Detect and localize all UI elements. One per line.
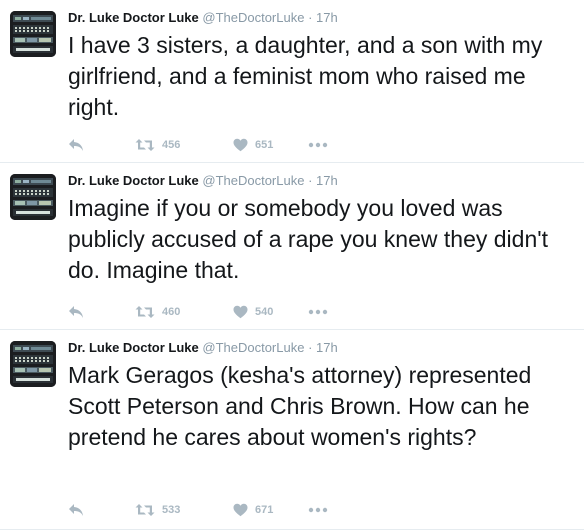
timestamp[interactable]: 17h: [316, 173, 338, 188]
retweet-icon: [135, 305, 155, 319]
reply-icon: [68, 503, 84, 517]
more-button[interactable]: [308, 137, 328, 153]
heart-icon: [233, 305, 248, 319]
tweet-header: Dr. Luke Doctor Luke @TheDoctorLuke · 17…: [68, 10, 338, 26]
handle[interactable]: @TheDoctorLuke: [202, 10, 304, 25]
reply-button[interactable]: [68, 137, 84, 153]
tweet-actions: 456 651: [68, 137, 348, 153]
tweet-text: Imagine if you or somebody you loved was…: [68, 195, 549, 283]
handle[interactable]: @TheDoctorLuke: [202, 173, 304, 188]
retweet-button[interactable]: 533: [135, 502, 180, 518]
timestamp[interactable]: 17h: [316, 10, 338, 25]
retweet-icon: [135, 503, 155, 517]
like-button[interactable]: 540: [233, 304, 273, 320]
more-dots-icon: [308, 309, 328, 315]
avatar[interactable]: [10, 174, 56, 220]
more-button[interactable]: [308, 304, 328, 320]
reply-icon: [68, 138, 84, 152]
tweet-actions: 460 540: [68, 304, 348, 320]
retweet-count: 533: [162, 504, 181, 516]
separator-dot: ·: [308, 173, 313, 188]
retweet-count: 456: [162, 139, 181, 151]
display-name[interactable]: Dr. Luke Doctor Luke: [68, 173, 199, 188]
timestamp[interactable]: 17h: [316, 340, 338, 355]
tweet-text: Mark Geragos (kesha's attorney) represen…: [68, 362, 532, 450]
retweet-button[interactable]: 456: [135, 137, 180, 153]
separator-dot: ·: [308, 10, 313, 25]
reply-button[interactable]: [68, 502, 84, 518]
avatar[interactable]: [10, 341, 56, 387]
heart-icon: [233, 503, 248, 517]
heart-icon: [233, 138, 248, 152]
reply-button[interactable]: [68, 304, 84, 320]
tweet-text: I have 3 sisters, a daughter, and a son …: [68, 32, 543, 120]
display-name[interactable]: Dr. Luke Doctor Luke: [68, 340, 199, 355]
like-button[interactable]: 651: [233, 137, 273, 153]
like-count: 671: [255, 504, 274, 516]
avatar[interactable]: [10, 11, 56, 57]
like-count: 540: [255, 306, 274, 318]
separator-dot: ·: [308, 340, 313, 355]
display-name[interactable]: Dr. Luke Doctor Luke: [68, 10, 199, 25]
like-count: 651: [255, 139, 274, 151]
more-dots-icon: [308, 142, 328, 148]
like-button[interactable]: 671: [233, 502, 273, 518]
reply-icon: [68, 305, 84, 319]
handle[interactable]: @TheDoctorLuke: [202, 340, 304, 355]
retweet-button[interactable]: 460: [135, 304, 180, 320]
retweet-count: 460: [162, 306, 181, 318]
retweet-icon: [135, 138, 155, 152]
tweet-actions: 533 671: [68, 502, 348, 518]
tweet-header: Dr. Luke Doctor Luke @TheDoctorLuke · 17…: [68, 340, 338, 356]
more-dots-icon: [308, 507, 328, 513]
tweet-header: Dr. Luke Doctor Luke @TheDoctorLuke · 17…: [68, 173, 338, 189]
more-button[interactable]: [308, 502, 328, 518]
tweet[interactable]: Dr. Luke Doctor Luke @TheDoctorLuke · 17…: [0, 330, 584, 530]
